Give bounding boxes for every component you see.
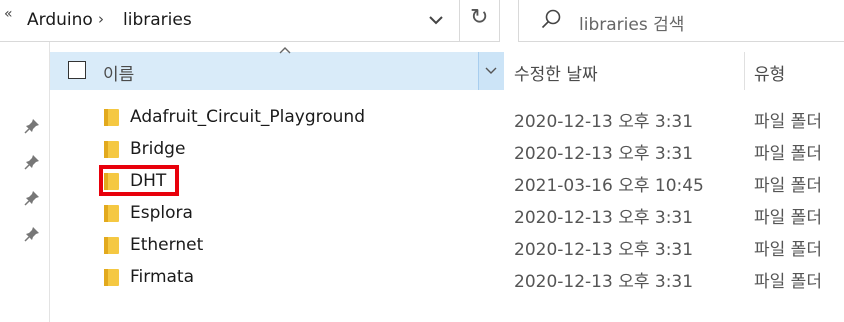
breadcrumb-arduino[interactable]: Arduino [27,10,93,30]
refresh-icon[interactable]: ↻ [470,5,488,30]
search-input[interactable]: libraries 검색 [579,10,684,35]
pin-icon[interactable] [24,190,40,206]
folder-icon [104,205,119,222]
file-name[interactable]: Adafruit_Circuit_Playground [130,107,365,127]
file-date: 2020-12-13 오후 3:31 [514,272,694,292]
folder-icon [104,237,119,254]
file-date: 2020-12-13 오후 3:31 [514,112,694,132]
navigation-pane [0,42,50,322]
select-all-checkbox[interactable] [68,61,86,79]
folder-icon [104,141,119,158]
address-history-chevron-down-icon[interactable] [423,8,449,32]
column-separator[interactable] [744,52,745,90]
file-type: 파일 폴더 [754,272,822,292]
breadcrumb-libraries[interactable]: libraries [123,10,192,30]
file-date: 2020-12-13 오후 3:31 [514,240,694,260]
column-type[interactable]: 유형 [754,60,785,85]
breadcrumb-separator-icon[interactable]: › [98,10,104,28]
search-icon [541,9,561,29]
folder-icon [104,109,119,126]
file-type: 파일 폴더 [754,112,822,132]
pin-icon[interactable] [24,226,40,242]
file-type: 파일 폴더 [754,240,822,260]
more-locations-icon[interactable]: « [4,6,13,22]
column-name-label: 이름 [103,65,135,85]
file-name[interactable]: Firmata [130,267,194,287]
file-name[interactable]: Bridge [130,139,185,159]
sort-up-icon [279,47,291,54]
file-type: 파일 폴더 [754,144,822,164]
file-name[interactable]: Ethernet [130,235,203,255]
file-type: 파일 폴더 [754,176,822,196]
column-date-modified[interactable]: 수정한 날짜 [514,60,598,85]
file-date: 2021-03-16 오후 10:45 [514,176,704,196]
file-name[interactable]: Esplora [130,203,193,223]
pin-icon[interactable] [24,118,40,134]
file-date: 2020-12-13 오후 3:31 [514,144,694,164]
file-type: 파일 폴더 [754,208,822,228]
highlight-box [99,165,179,196]
address-divider [459,0,460,42]
folder-icon [104,269,119,286]
file-date: 2020-12-13 오후 3:31 [514,208,694,228]
chevron-down-icon [485,67,497,74]
pin-icon[interactable] [24,154,40,170]
